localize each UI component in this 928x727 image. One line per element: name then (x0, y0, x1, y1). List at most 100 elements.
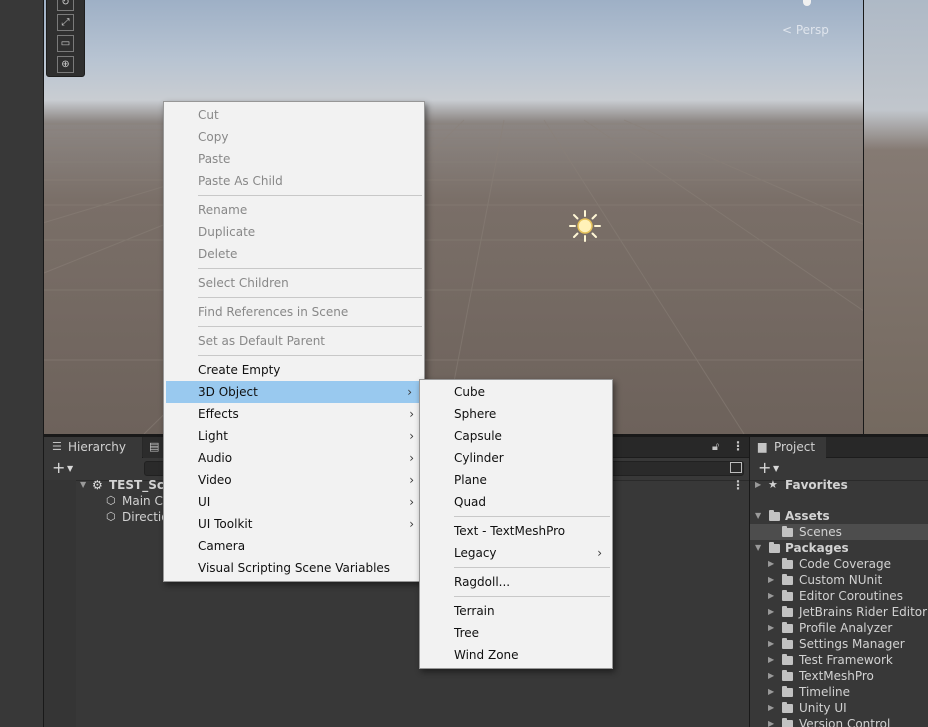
package-item[interactable]: ▶ Timeline (750, 684, 928, 700)
tab-project[interactable]: ▆ Project (750, 437, 826, 458)
menu-separator (198, 326, 422, 327)
package-item[interactable]: ▶ Code Coverage (750, 556, 928, 572)
menu-item-effects[interactable]: Effects › (164, 403, 424, 425)
submenu-item-terrain[interactable]: Terrain (420, 600, 612, 622)
menu-item-find-references[interactable]: Find References in Scene (164, 301, 424, 323)
expand-arrow-icon[interactable]: ▶ (768, 716, 774, 727)
expand-arrow-icon[interactable]: ▶ (768, 652, 774, 668)
rotate-tool-icon[interactable]: ↻ (57, 0, 74, 11)
menu-item-camera[interactable]: Camera (164, 535, 424, 557)
favorites-row[interactable]: ▶ ★ Favorites (750, 477, 928, 493)
expand-arrow-icon[interactable]: ▶ (755, 477, 761, 493)
chevron-down-icon[interactable]: ▼ (67, 461, 73, 477)
package-label: Settings Manager (799, 637, 905, 651)
menu-separator (198, 355, 422, 356)
tab-label: Hierarchy (68, 440, 127, 454)
menu-separator (454, 567, 610, 568)
expand-arrow-icon[interactable]: ▶ (768, 588, 774, 604)
folder-icon (782, 590, 793, 601)
chevron-right-icon: › (409, 517, 414, 531)
expand-arrow-icon[interactable]: ▶ (768, 620, 774, 636)
rect-tool-icon[interactable]: ▭ (57, 35, 74, 52)
expand-arrow-icon[interactable]: ▶ (768, 604, 774, 620)
scenes-row[interactable]: Scenes (750, 524, 928, 540)
menu-item-audio[interactable]: Audio › (164, 447, 424, 469)
object-name: Directio (122, 510, 169, 524)
menu-item-rename[interactable]: Rename (164, 199, 424, 221)
create-asset-button[interactable]: + (758, 460, 771, 476)
menu-item-visual-scripting-scene-variables[interactable]: Visual Scripting Scene Variables (164, 557, 424, 579)
chevron-down-icon[interactable]: ▼ (773, 461, 779, 477)
menu-item-label: Light (198, 429, 228, 443)
lock-icon[interactable]: 🔓︎ (712, 440, 719, 454)
package-item[interactable]: ▶ Unity UI (750, 700, 928, 716)
folder-icon (782, 622, 793, 633)
package-item[interactable]: ▶ Editor Coroutines (750, 588, 928, 604)
submenu-item-legacy[interactable]: Legacy › (420, 542, 612, 564)
packages-label: Packages (785, 541, 849, 555)
project-tab-bar: ▆ Project (750, 437, 928, 458)
menu-item-cut[interactable]: Cut (164, 104, 424, 126)
scene-options-icon[interactable]: ⋮ (732, 478, 744, 492)
package-item[interactable]: ▶ Test Framework (750, 652, 928, 668)
tab-console[interactable]: ▤ (143, 437, 165, 458)
submenu-item-wind-zone[interactable]: Wind Zone (420, 644, 612, 666)
package-item[interactable]: ▶ Version Control (750, 716, 928, 727)
menu-item-label: UI (198, 495, 211, 509)
more-options-icon[interactable]: ⋮ (732, 439, 744, 453)
unity-scene-icon: ⚙ (92, 478, 103, 492)
package-item[interactable]: ▶ Settings Manager (750, 636, 928, 652)
menu-item-light[interactable]: Light › (164, 425, 424, 447)
submenu-item-quad[interactable]: Quad (420, 491, 612, 513)
submenu-item-cube[interactable]: Cube (420, 381, 612, 403)
search-scope-icon[interactable] (730, 462, 742, 473)
menu-item-paste[interactable]: Paste (164, 148, 424, 170)
submenu-item-cylinder[interactable]: Cylinder (420, 447, 612, 469)
expand-arrow-icon[interactable]: ▶ (768, 684, 774, 700)
folder-icon (782, 670, 793, 681)
assets-row[interactable]: ▼ Assets (750, 508, 928, 524)
expand-arrow-icon[interactable]: ▼ (755, 540, 761, 556)
packages-row[interactable]: ▼ Packages (750, 540, 928, 556)
scale-tool-icon[interactable]: ⤢ (57, 14, 74, 31)
menu-item-copy[interactable]: Copy (164, 126, 424, 148)
package-item[interactable]: ▶ TextMeshPro (750, 668, 928, 684)
perspective-toggle[interactable]: < Persp (782, 23, 829, 37)
submenu-item-plane[interactable]: Plane (420, 469, 612, 491)
assets-label: Assets (785, 509, 830, 523)
submenu-item-sphere[interactable]: Sphere (420, 403, 612, 425)
menu-item-paste-as-child[interactable]: Paste As Child (164, 170, 424, 192)
package-item[interactable]: ▶ Profile Analyzer (750, 620, 928, 636)
menu-item-3d-object[interactable]: 3D Object › (166, 381, 422, 403)
menu-item-select-children[interactable]: Select Children (164, 272, 424, 294)
folder-open-icon (769, 542, 780, 553)
submenu-item-tree[interactable]: Tree (420, 622, 612, 644)
menu-item-duplicate[interactable]: Duplicate (164, 221, 424, 243)
menu-item-ui-toolkit[interactable]: UI Toolkit › (164, 513, 424, 535)
hierarchy-icon: ☰ (52, 440, 62, 453)
expand-arrow-icon[interactable]: ▶ (768, 636, 774, 652)
expand-arrow-icon[interactable]: ▼ (755, 508, 761, 524)
create-button[interactable]: + (52, 460, 65, 476)
expand-arrow-icon[interactable]: ▶ (768, 572, 774, 588)
menu-item-set-default-parent[interactable]: Set as Default Parent (164, 330, 424, 352)
menu-item-video[interactable]: Video › (164, 469, 424, 491)
expand-arrow-icon[interactable]: ▶ (768, 700, 774, 716)
package-label: Unity UI (799, 701, 847, 715)
menu-item-ui[interactable]: UI › (164, 491, 424, 513)
expand-arrow-icon[interactable]: ▶ (768, 668, 774, 684)
menu-item-create-empty[interactable]: Create Empty (164, 359, 424, 381)
submenu-item-capsule[interactable]: Capsule (420, 425, 612, 447)
expand-arrow-icon[interactable]: ▶ (768, 556, 774, 572)
menu-item-delete[interactable]: Delete (164, 243, 424, 265)
menu-separator (198, 268, 422, 269)
submenu-item-text-textmeshpro[interactable]: Text - TextMeshPro (420, 520, 612, 542)
menu-item-label: UI Toolkit (198, 517, 253, 531)
package-item[interactable]: ▶ Custom NUnit (750, 572, 928, 588)
expand-arrow-icon[interactable]: ▼ (80, 477, 86, 493)
tab-hierarchy[interactable]: ☰ Hierarchy (44, 437, 142, 458)
package-item[interactable]: ▶ JetBrains Rider Editor (750, 604, 928, 620)
submenu-item-ragdoll[interactable]: Ragdoll... (420, 571, 612, 593)
folder-icon (782, 654, 793, 665)
transform-tool-icon[interactable]: ⊕ (57, 56, 74, 73)
